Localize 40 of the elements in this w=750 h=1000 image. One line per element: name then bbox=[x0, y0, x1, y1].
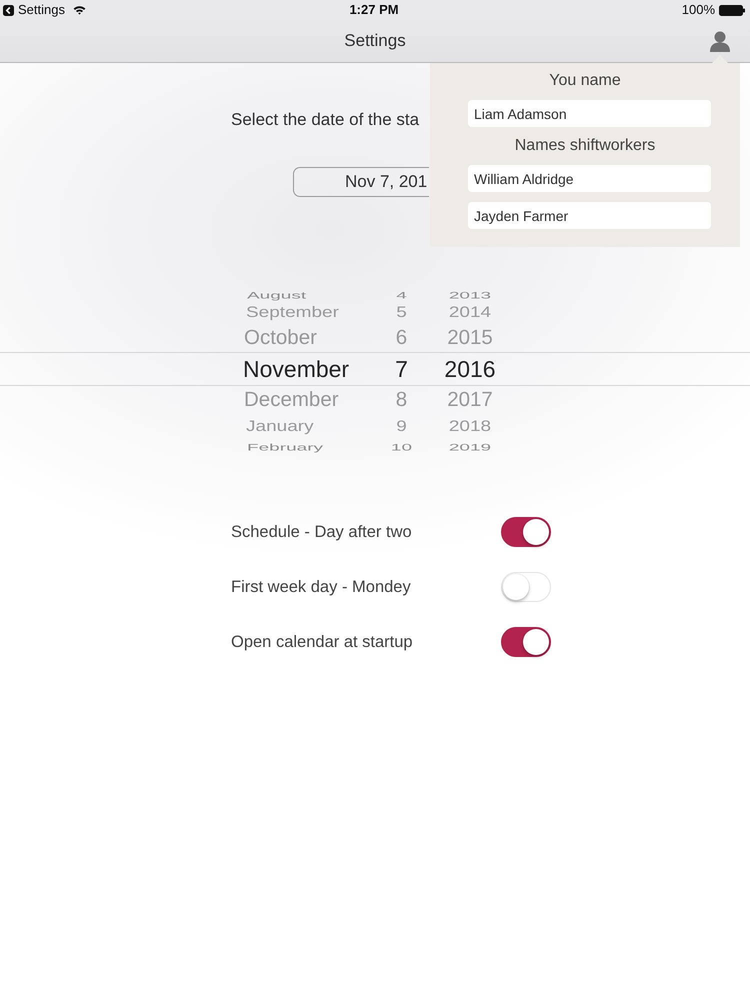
picker-day[interactable]: 6 bbox=[396, 328, 408, 348]
picker-month[interactable]: August bbox=[247, 290, 306, 300]
picker-month[interactable]: January bbox=[246, 418, 314, 434]
picker-year[interactable]: 2019 bbox=[448, 442, 492, 452]
section-label: Names shiftworkers bbox=[514, 136, 656, 156]
picker-year[interactable]: 2018 bbox=[448, 418, 492, 434]
picker-month[interactable]: October bbox=[244, 328, 317, 348]
picker-month[interactable]: December bbox=[244, 390, 339, 410]
toggle-label: Schedule - Day after two bbox=[231, 522, 412, 543]
picker-day[interactable]: 10 bbox=[390, 442, 412, 452]
picker-day[interactable]: 5 bbox=[396, 304, 407, 320]
name-field[interactable]: William Aldridge bbox=[468, 165, 711, 192]
battery-icon bbox=[719, 4, 746, 16]
toggle-label: Open calendar at startup bbox=[231, 632, 413, 653]
picker-day[interactable]: 7 bbox=[395, 358, 408, 380]
name-field[interactable]: Jayden Farmer bbox=[468, 202, 711, 229]
picker-year[interactable]: 2016 bbox=[444, 358, 496, 380]
back-label[interactable]: Settings bbox=[18, 0, 65, 20]
picker-day[interactable]: 8 bbox=[396, 390, 408, 410]
picker-month[interactable]: September bbox=[246, 304, 339, 320]
name-field[interactable]: Liam Adamson bbox=[468, 100, 711, 127]
nav-title: Settings bbox=[344, 30, 406, 52]
toggle-switch[interactable] bbox=[501, 627, 551, 657]
toggle-label: First week day - Mondey bbox=[231, 576, 411, 598]
picker-year[interactable]: 2013 bbox=[448, 290, 492, 300]
picker-year[interactable]: 2015 bbox=[447, 328, 493, 348]
picker-day[interactable]: 4 bbox=[396, 290, 407, 300]
picker-month[interactable]: November bbox=[243, 358, 350, 380]
picker-year[interactable]: 2017 bbox=[447, 390, 493, 410]
wifi-icon bbox=[72, 5, 86, 15]
date-prompt: Select the date of the sta bbox=[231, 110, 420, 130]
section-label: You name bbox=[548, 71, 622, 91]
toggle-switch[interactable] bbox=[501, 517, 551, 547]
picker-year[interactable]: 2014 bbox=[448, 304, 492, 320]
person-icon[interactable] bbox=[709, 30, 731, 52]
date-button[interactable]: Nov 7, 201 bbox=[293, 167, 429, 197]
battery-percent: 100% bbox=[682, 1, 716, 20]
picker-month[interactable]: February bbox=[247, 442, 324, 452]
status-time: 1:27 PM bbox=[349, 1, 399, 20]
picker-day[interactable]: 9 bbox=[396, 418, 407, 434]
